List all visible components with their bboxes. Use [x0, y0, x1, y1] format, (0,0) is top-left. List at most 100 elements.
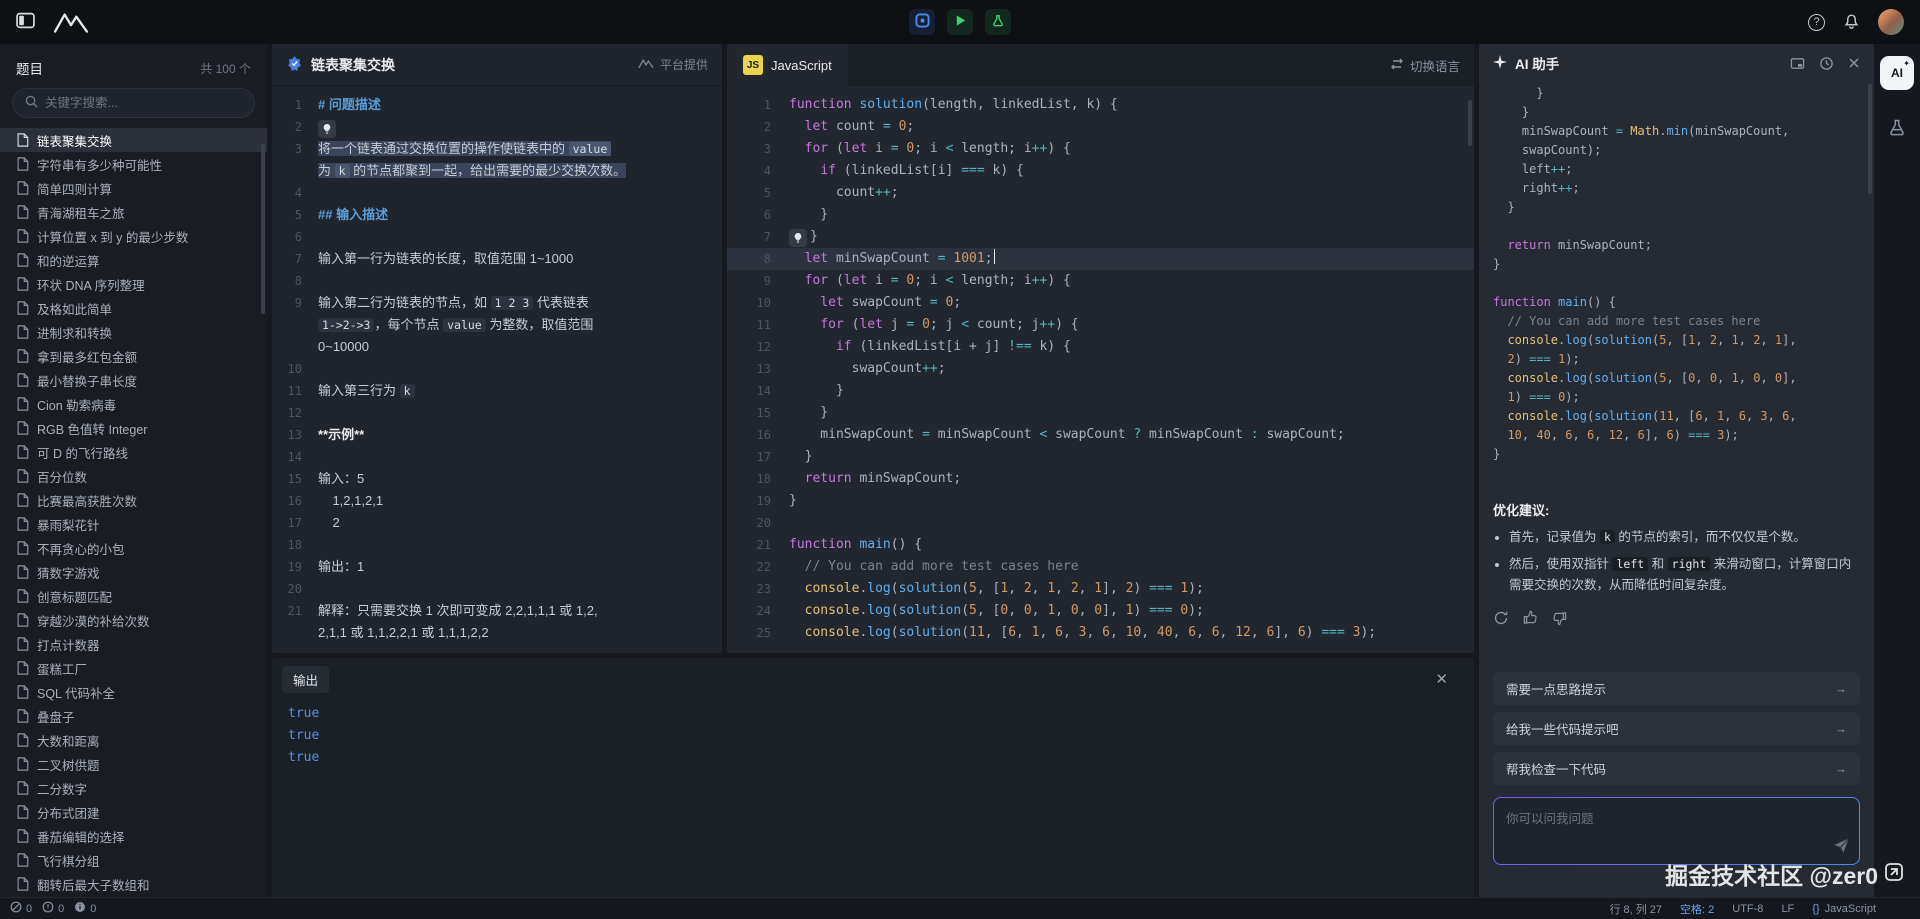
sidebar-item[interactable]: 二叉树供题: [0, 752, 267, 776]
ai-input-box[interactable]: [1493, 797, 1860, 865]
code-line[interactable]: 5 count++;: [727, 182, 1474, 204]
code-line[interactable]: 16 minSwapCount = minSwapCount < swapCou…: [727, 424, 1474, 446]
code-line[interactable]: 12 if (linkedList[i + j] !== k) {: [727, 336, 1474, 358]
sidebar-item[interactable]: 猜数字游戏: [0, 560, 267, 584]
regenerate-icon[interactable]: [1493, 610, 1509, 626]
error-count[interactable]: 0: [10, 901, 32, 916]
sidebar-item[interactable]: 比赛最高获胜次数: [0, 488, 267, 512]
sidebar-item[interactable]: 计算位置 x 到 y 的最少步数: [0, 224, 267, 248]
code-line[interactable]: 15 }: [727, 402, 1474, 424]
sidebar-item[interactable]: 链表聚集交换: [0, 128, 267, 152]
code-line[interactable]: 20: [727, 512, 1474, 534]
send-button[interactable]: [1833, 837, 1850, 857]
code-line[interactable]: 11 for (let j = 0; j < count; j++) {: [727, 314, 1474, 336]
sidebar-item[interactable]: 叠盘子: [0, 704, 267, 728]
sidebar-item[interactable]: 穿越沙漠的补给次数: [0, 608, 267, 632]
output-tab[interactable]: 输出: [282, 666, 329, 693]
code-line[interactable]: 22 // You can add more test cases here: [727, 556, 1474, 578]
code-line[interactable]: 10 let swapCount = 0;: [727, 292, 1474, 314]
help-button[interactable]: ?: [1808, 14, 1825, 31]
editor-scrollbar[interactable]: [1468, 100, 1472, 146]
debug-button[interactable]: [909, 9, 935, 35]
sidebar-item[interactable]: 大数和距离: [0, 728, 267, 752]
editor-body[interactable]: 1function solution(length, linkedList, k…: [727, 86, 1474, 653]
insert-code-icon[interactable]: [1790, 56, 1805, 71]
code-line[interactable]: 18 return minSwapCount;: [727, 468, 1474, 490]
code-line[interactable]: 8 let minSwapCount = 1001;: [727, 248, 1474, 270]
code-line[interactable]: 13 swapCount++;: [727, 358, 1474, 380]
sidebar-item[interactable]: 不再贪心的小包: [0, 536, 267, 560]
sidebar-item[interactable]: 和的逆运算: [0, 248, 267, 272]
user-avatar[interactable]: [1878, 9, 1904, 35]
language-mode[interactable]: {} JavaScript: [1812, 903, 1876, 915]
sidebar-item[interactable]: 拿到最多红包金额: [0, 344, 267, 368]
sidebar-item[interactable]: 打点计数器: [0, 632, 267, 656]
app-logo-icon[interactable]: [53, 10, 89, 34]
code-line[interactable]: 6 }: [727, 204, 1474, 226]
switch-language-button[interactable]: 切换语言: [1376, 44, 1474, 86]
search-box[interactable]: [12, 88, 255, 118]
ai-message-area[interactable]: } } minSwapCount = Math.min(minSwapCount…: [1479, 76, 1874, 672]
sidebar-item[interactable]: 蛋糕工厂: [0, 656, 267, 680]
ai-hint-bulb-icon[interactable]: [789, 229, 807, 247]
sidebar-item[interactable]: Cion 勒索病毒: [0, 392, 267, 416]
code-line[interactable]: 7}: [727, 226, 1474, 248]
code-line[interactable]: 14 }: [727, 380, 1474, 402]
search-input[interactable]: [45, 96, 242, 110]
sidebar-item[interactable]: 环状 DNA 序列整理: [0, 272, 267, 296]
sidebar-item[interactable]: 简单四则计算: [0, 176, 267, 200]
run-button[interactable]: [947, 9, 973, 35]
sidebar-item[interactable]: 番茄编辑的选择: [0, 824, 267, 848]
sidebar-item[interactable]: 创意标题匹配: [0, 584, 267, 608]
sidebar-scrollbar[interactable]: [261, 144, 265, 314]
ai-scrollbar[interactable]: [1868, 84, 1872, 194]
sidebar-item[interactable]: 进制求和转换: [0, 320, 267, 344]
close-output-icon[interactable]: ✕: [1435, 672, 1448, 687]
code-line[interactable]: 23 console.log(solution(5, [1, 2, 1, 2, …: [727, 578, 1474, 600]
sidebar-item[interactable]: 及格如此简单: [0, 296, 267, 320]
code-line[interactable]: 17 }: [727, 446, 1474, 468]
encoding-setting[interactable]: UTF-8: [1732, 903, 1763, 915]
code-line[interactable]: 25 console.log(solution(11, [6, 1, 6, 3,…: [727, 622, 1474, 644]
sidebar-item[interactable]: 字符串有多少种可能性: [0, 152, 267, 176]
sidebar-item[interactable]: 分布式团建: [0, 800, 267, 824]
sidebar-item[interactable]: 飞行棋分组: [0, 848, 267, 872]
code-line[interactable]: 9 for (let i = 0; i < length; i++) {: [727, 270, 1474, 292]
sidebar-toggle-button[interactable]: [16, 12, 35, 32]
code-line[interactable]: 1function solution(length, linkedList, k…: [727, 94, 1474, 116]
ai-hint-bulb-icon[interactable]: [318, 120, 336, 138]
notifications-button[interactable]: [1843, 12, 1860, 32]
tab-javascript[interactable]: JS JavaScript: [727, 44, 848, 86]
eol-setting[interactable]: LF: [1781, 903, 1794, 915]
sidebar-item[interactable]: 二分数字: [0, 776, 267, 800]
hint-count[interactable]: 0: [74, 901, 96, 916]
sidebar-item[interactable]: 最小替换子串长度: [0, 368, 267, 392]
cursor-position[interactable]: 行 8, 列 27: [1609, 901, 1662, 917]
code-line[interactable]: 3 for (let i = 0; i < length; i++) {: [727, 138, 1474, 160]
sidebar-item[interactable]: 青海湖租车之旅: [0, 200, 267, 224]
thumbs-down-icon[interactable]: [1552, 610, 1567, 626]
sidebar-item[interactable]: SQL 代码补全: [0, 680, 267, 704]
sidebar-item[interactable]: 翻转后最大子数组和: [0, 872, 267, 896]
ai-suggestion-chip[interactable]: 帮我检查一下代码→: [1493, 752, 1860, 785]
sidebar-item[interactable]: 百分位数: [0, 464, 267, 488]
history-icon[interactable]: [1819, 56, 1834, 71]
thumbs-up-icon[interactable]: [1523, 610, 1538, 626]
code-line[interactable]: 2 let count = 0;: [727, 116, 1474, 138]
ai-suggestion-chip[interactable]: 给我一些代码提示吧→: [1493, 712, 1860, 745]
code-line[interactable]: 19}: [727, 490, 1474, 512]
warning-count[interactable]: 0: [42, 901, 64, 916]
indentation-setting[interactable]: 空格: 2: [1680, 901, 1714, 917]
sidebar-item[interactable]: 可 D 的飞行路线: [0, 440, 267, 464]
test-button[interactable]: [985, 9, 1011, 35]
sidebar-item[interactable]: 暴雨梨花针: [0, 512, 267, 536]
code-line[interactable]: 24 console.log(solution(5, [0, 0, 1, 0, …: [727, 600, 1474, 622]
ai-assistant-fab[interactable]: AI ✦: [1880, 56, 1914, 90]
close-ai-icon[interactable]: [1848, 57, 1860, 69]
code-line[interactable]: 21function main() {: [727, 534, 1474, 556]
code-line[interactable]: 4 if (linkedList[i] === k) {: [727, 160, 1474, 182]
sidebar-item[interactable]: RGB 色值转 Integer: [0, 416, 267, 440]
feedback-tool-button[interactable]: [1887, 118, 1907, 141]
ai-question-input[interactable]: [1494, 798, 1859, 864]
ai-suggestion-chip[interactable]: 需要一点思路提示→: [1493, 672, 1860, 705]
